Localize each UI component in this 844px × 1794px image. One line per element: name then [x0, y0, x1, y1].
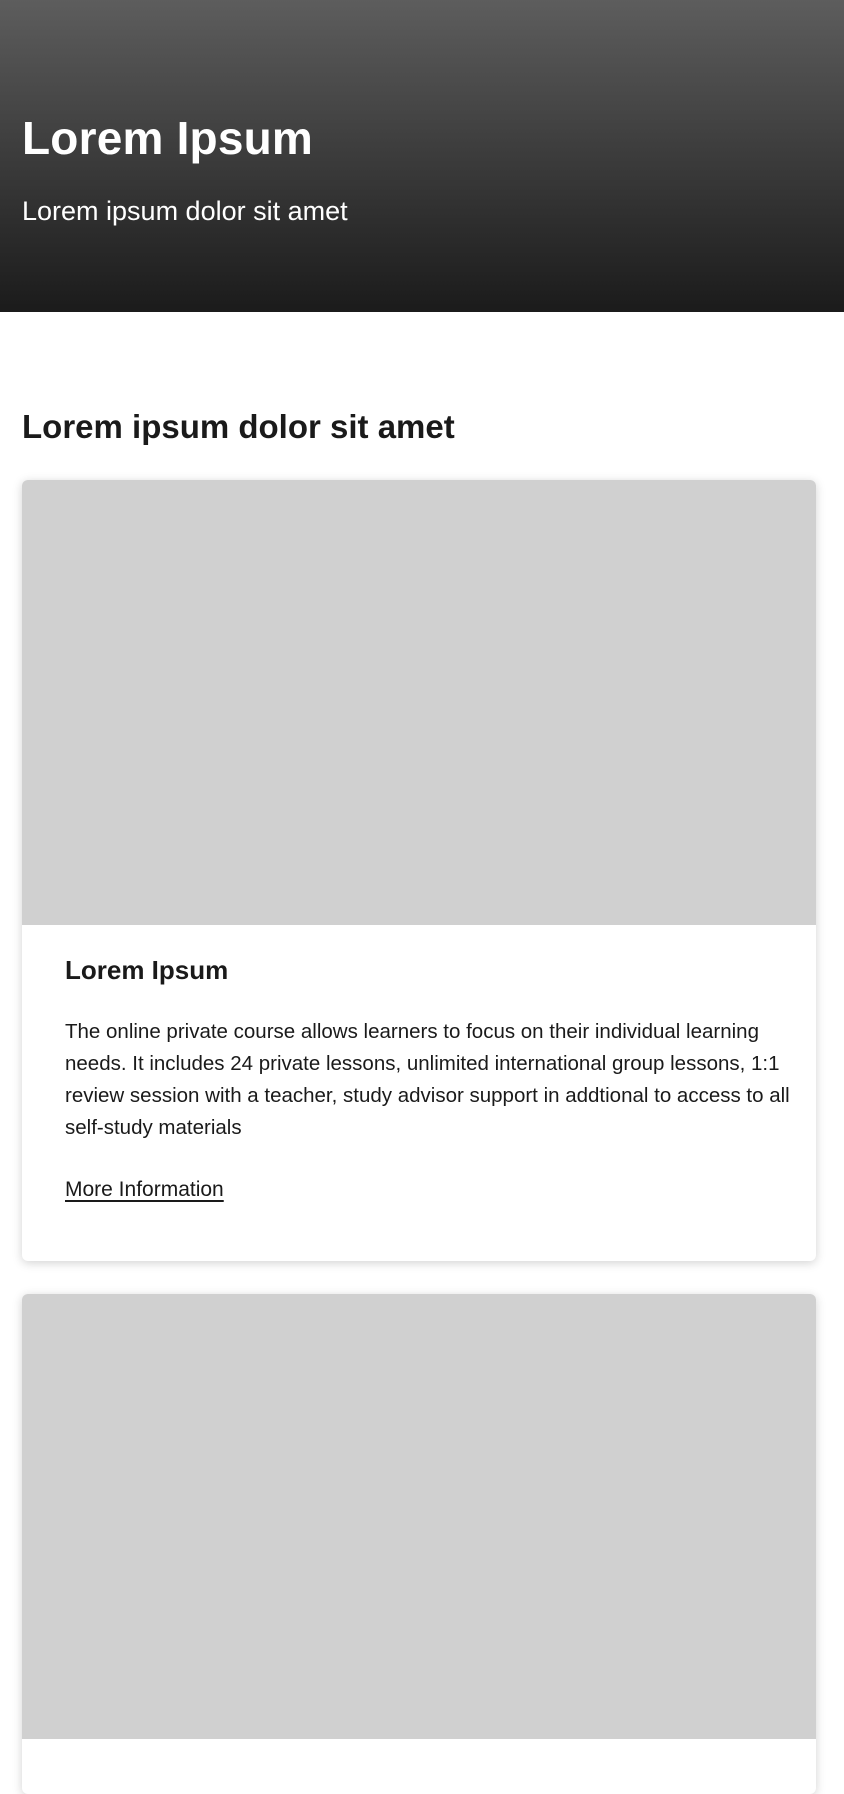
card-image-placeholder: [22, 480, 816, 925]
card-image-placeholder: [22, 1294, 816, 1739]
course-card: Lorem Ipsum The online private course al…: [22, 480, 816, 1261]
more-information-link[interactable]: More Information: [65, 1174, 224, 1206]
hero-subtitle: Lorem ipsum dolor sit amet: [22, 196, 348, 226]
card-description: The online private course allows learner…: [65, 1020, 790, 1139]
card-title: Lorem Ipsum: [65, 955, 229, 985]
hero-title: Lorem Ipsum: [22, 112, 314, 164]
hero-banner: Lorem Ipsum Lorem ipsum dolor sit amet: [0, 0, 844, 312]
course-card: [22, 1294, 816, 1794]
section-heading: Lorem ipsum dolor sit amet: [22, 408, 455, 445]
